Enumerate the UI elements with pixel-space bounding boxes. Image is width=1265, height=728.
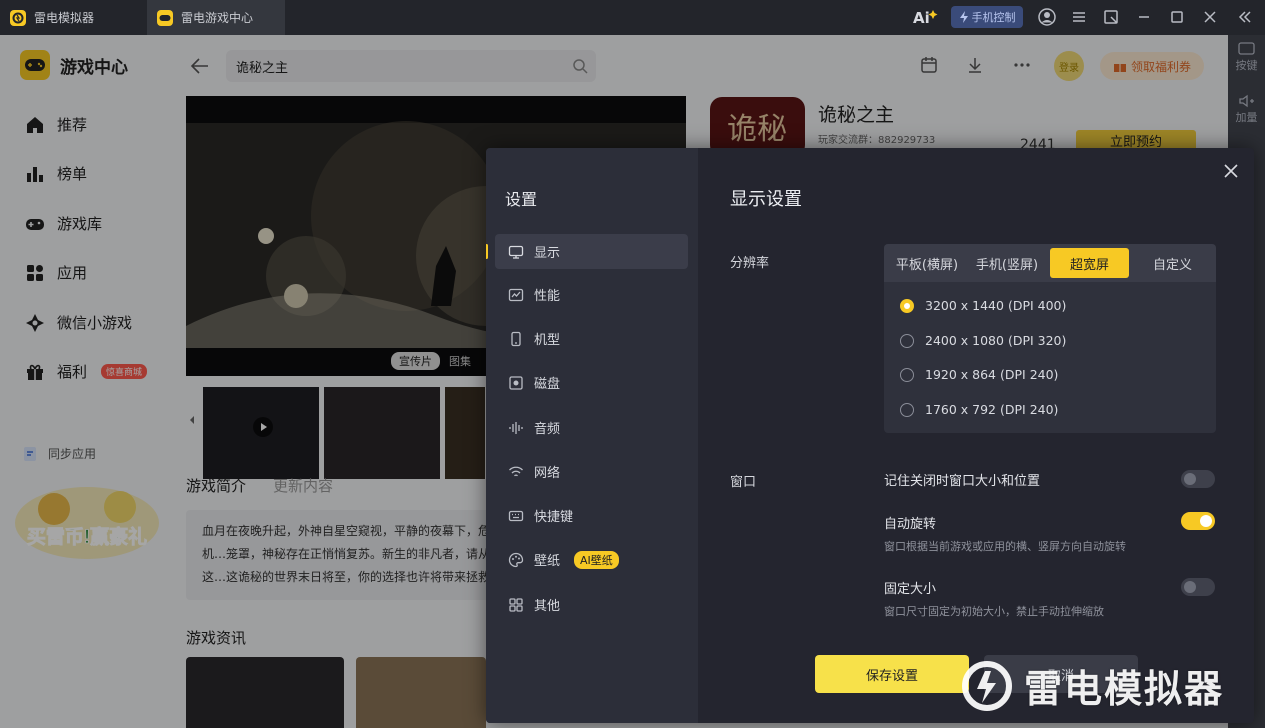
save-settings-button[interactable]: 保存设置 <box>815 655 969 693</box>
tab-label: 雷电游戏中心 <box>181 11 254 25</box>
ldplayer-logo-icon <box>10 9 26 26</box>
settings-menu-shortcuts[interactable]: 快捷键 <box>495 498 688 533</box>
rail-volume-up[interactable]: 加量 <box>1228 93 1265 125</box>
close-window-icon[interactable] <box>1201 8 1219 26</box>
segment-ultrawide[interactable]: 超宽屏 <box>1050 248 1129 278</box>
auto-rotate-label: 自动旋转 <box>884 517 937 532</box>
radio-selected[interactable] <box>900 298 914 313</box>
menu-icon[interactable] <box>1070 8 1088 26</box>
fixed-size-description: 窗口尺寸固定为初始大小，禁止手动拉伸缩放 <box>884 605 1104 618</box>
segment-tablet[interactable]: 平板(横屏) <box>890 248 964 278</box>
lightning-icon <box>959 11 969 23</box>
fixed-size-toggle[interactable] <box>1181 578 1215 596</box>
settings-menu-model[interactable]: 机型 <box>495 321 688 356</box>
radio-unselected[interactable] <box>900 402 914 417</box>
radio-unselected[interactable] <box>900 367 914 382</box>
audio-icon <box>508 420 524 436</box>
resolution-option[interactable]: 2400 x 1080 (DPI 320) <box>900 333 1066 348</box>
tab-game-center[interactable]: 雷电游戏中心 <box>147 0 285 35</box>
resolution-option[interactable]: 1760 x 792 (DPI 240) <box>900 402 1058 417</box>
cancel-button[interactable]: 取消 <box>984 655 1138 693</box>
settings-menu-wallpaper[interactable]: 壁纸 AI壁纸 <box>495 542 688 577</box>
settings-menu-performance[interactable]: 性能 <box>495 277 688 312</box>
settings-dialog: 设置 显示 性能 机型 磁盘 音频 网络 快捷键 壁纸 AI壁纸 其他 显示设置… <box>486 148 1254 723</box>
wifi-icon <box>508 464 524 480</box>
settings-menu-display[interactable]: 显示 <box>486 234 688 269</box>
resolution-mode-segmented: 平板(横屏) 手机(竖屏) 超宽屏 自定义 <box>884 244 1216 282</box>
close-icon[interactable] <box>1222 162 1240 180</box>
grid-icon <box>508 597 524 613</box>
settings-sidebar: 设置 显示 性能 机型 磁盘 音频 网络 快捷键 壁纸 AI壁纸 其他 <box>486 148 698 723</box>
ai-wallpaper-badge: AI壁纸 <box>574 550 619 569</box>
account-icon[interactable] <box>1038 8 1056 26</box>
settings-menu-other[interactable]: 其他 <box>495 587 688 622</box>
gamepad-icon <box>157 9 173 26</box>
display-settings-title: 显示设置 <box>730 189 802 210</box>
keyboard-icon <box>1228 41 1265 57</box>
toggle-knob <box>1184 581 1196 593</box>
volume-icon <box>1228 93 1265 109</box>
ai-assistant-icon[interactable]: Ai <box>913 8 939 26</box>
svg-text:Ai: Ai <box>913 9 930 26</box>
window-label: 窗口 <box>730 475 757 490</box>
performance-icon <box>508 287 524 303</box>
resolution-option[interactable]: 1920 x 864 (DPI 240) <box>900 367 1058 382</box>
remember-window-label: 记住关闭时窗口大小和位置 <box>884 474 1041 489</box>
keyboard-icon <box>508 508 524 524</box>
toggle-knob <box>1184 473 1196 485</box>
phone-icon <box>508 331 524 347</box>
segment-phone[interactable]: 手机(竖屏) <box>970 248 1044 278</box>
segment-custom[interactable]: 自定义 <box>1135 248 1210 278</box>
fixed-size-label: 固定大小 <box>884 582 937 597</box>
disk-icon <box>508 375 524 391</box>
title-bar: 雷电模拟器 雷电游戏中心 Ai 手机控制 <box>0 0 1265 35</box>
radio-unselected[interactable] <box>900 333 914 348</box>
toggle-knob <box>1200 515 1212 527</box>
settings-menu-disk[interactable]: 磁盘 <box>495 365 688 400</box>
active-indicator <box>486 244 488 259</box>
auto-rotate-description: 窗口根据当前游戏或应用的横、竖屏方向自动旋转 <box>884 540 1126 553</box>
tab-ldplayer[interactable]: 雷电模拟器 <box>0 0 145 35</box>
collapse-rail-icon[interactable] <box>1236 8 1254 26</box>
popout-icon[interactable] <box>1102 8 1120 26</box>
maximize-icon[interactable] <box>1168 8 1186 26</box>
auto-rotate-toggle[interactable] <box>1181 512 1215 530</box>
rail-keymap[interactable]: 按键 <box>1228 41 1265 73</box>
remember-window-toggle[interactable] <box>1181 470 1215 488</box>
settings-menu-audio[interactable]: 音频 <box>495 410 688 445</box>
settings-menu-network[interactable]: 网络 <box>495 454 688 489</box>
resolution-panel: 平板(横屏) 手机(竖屏) 超宽屏 自定义 3200 x 1440 (DPI 4… <box>884 244 1216 433</box>
minimize-icon[interactable] <box>1135 8 1153 26</box>
resolution-option[interactable]: 3200 x 1440 (DPI 400) <box>900 298 1066 313</box>
phone-control-button[interactable]: 手机控制 <box>951 6 1023 28</box>
resolution-label: 分辨率 <box>730 256 770 271</box>
monitor-icon <box>508 244 524 260</box>
tab-label: 雷电模拟器 <box>34 11 95 25</box>
palette-icon <box>508 552 524 568</box>
settings-title: 设置 <box>505 190 538 209</box>
